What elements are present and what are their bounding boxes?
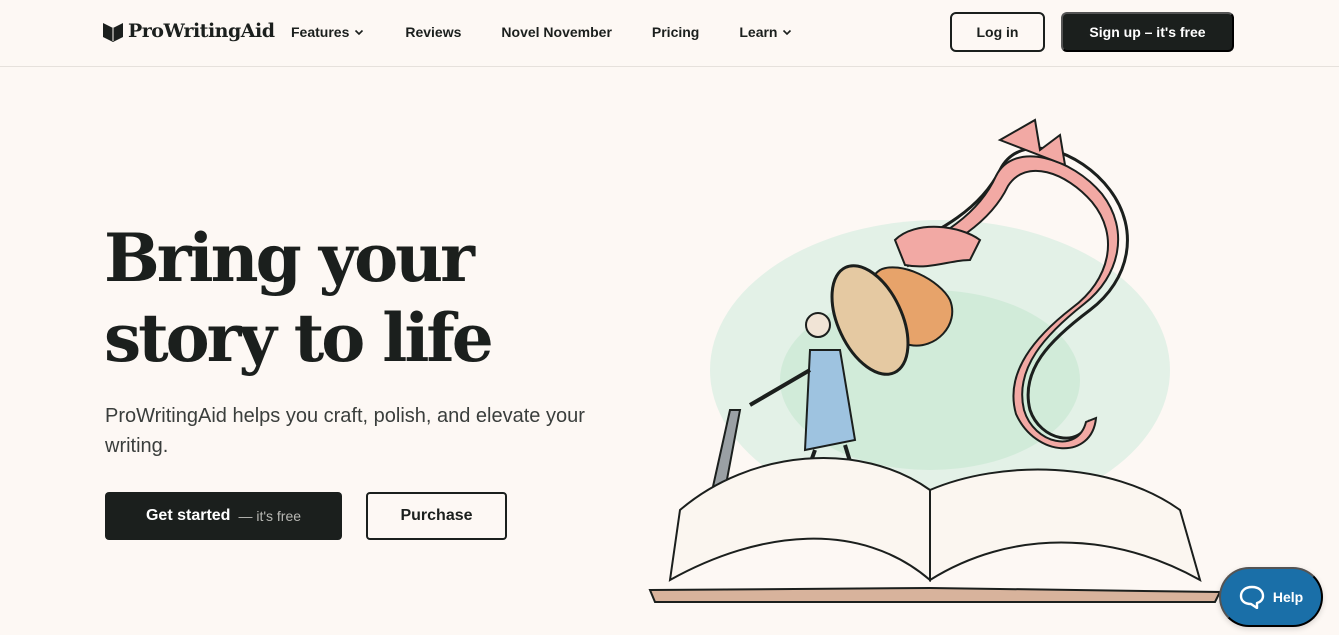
logo-text: ProWritingAid [128, 20, 275, 42]
hero-title-line2: story to life [104, 299, 494, 377]
book-right-page [929, 468, 1202, 583]
purchase-button[interactable]: Purchase [366, 492, 507, 540]
nav-novel-november[interactable]: Novel November [501, 23, 611, 41]
book-logo-icon [103, 23, 123, 42]
hero-subtitle: ProWritingAid helps you craft, polish, a… [105, 405, 585, 457]
site-header: ProWritingAid Features Reviews Novel Nov… [0, 0, 1339, 67]
nav-features[interactable]: Features [291, 23, 365, 41]
hero-title: Bring your story to life [104, 218, 624, 378]
nav-learn[interactable]: Learn [739, 23, 793, 41]
dragon-head [893, 225, 982, 268]
nav-reviews-label: Reviews [405, 24, 462, 40]
logo[interactable]: ProWritingAid [102, 18, 275, 44]
nav-pricing[interactable]: Pricing [652, 23, 699, 41]
login-button[interactable]: Log in [950, 12, 1045, 52]
signup-button[interactable]: Sign up – it's free [1061, 12, 1234, 52]
book-base [648, 586, 1222, 603]
get-started-label: Get started [145, 507, 231, 524]
nav-pricing-label: Pricing [651, 24, 700, 40]
knight-head [805, 312, 831, 338]
chat-bubble-icon [1239, 585, 1265, 609]
dragon-knight-book-illustration [648, 118, 1222, 603]
get-started-button[interactable]: Get started — it's free [105, 492, 342, 540]
nav-reviews[interactable]: Reviews [405, 23, 461, 41]
nav-features-label: Features [291, 24, 350, 40]
get-started-suffix: — it's free [238, 508, 302, 524]
help-label: Help [1272, 589, 1304, 605]
chevron-down-icon [783, 29, 792, 36]
help-button[interactable]: Help [1219, 567, 1323, 627]
main-nav: Features Reviews Novel November Pricing … [291, 23, 833, 41]
nav-learn-label: Learn [739, 24, 778, 40]
hero-title-line1: Bring your [104, 219, 475, 297]
chevron-down-icon [355, 29, 364, 36]
nav-novel-november-label: Novel November [501, 24, 612, 40]
book-left-page [668, 457, 931, 583]
